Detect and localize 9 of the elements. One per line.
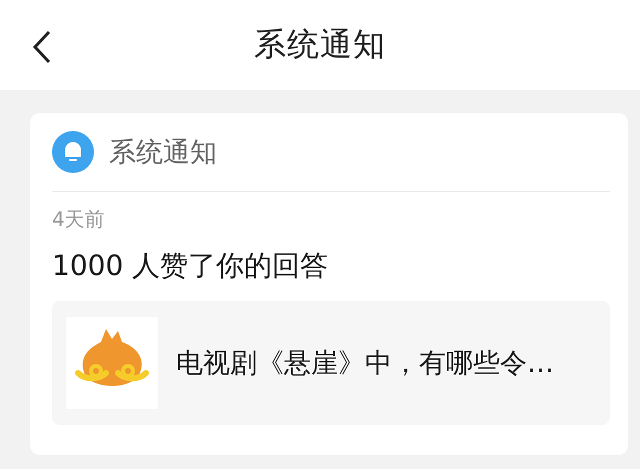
page-title: 系统通知 bbox=[254, 24, 386, 65]
bell-icon bbox=[52, 131, 94, 173]
back-icon[interactable] bbox=[32, 30, 52, 64]
time-label: 4天前 bbox=[52, 206, 106, 233]
flame-logo-icon bbox=[66, 317, 158, 409]
notification-message: 1000 人赞了你的回答 bbox=[52, 248, 330, 284]
answer-title: 电视剧《悬崖》中，有哪些令… bbox=[176, 347, 554, 381]
source-label: 系统通知 bbox=[109, 136, 217, 170]
quoted-answer[interactable]: 电视剧《悬崖》中，有哪些令… bbox=[52, 301, 610, 425]
